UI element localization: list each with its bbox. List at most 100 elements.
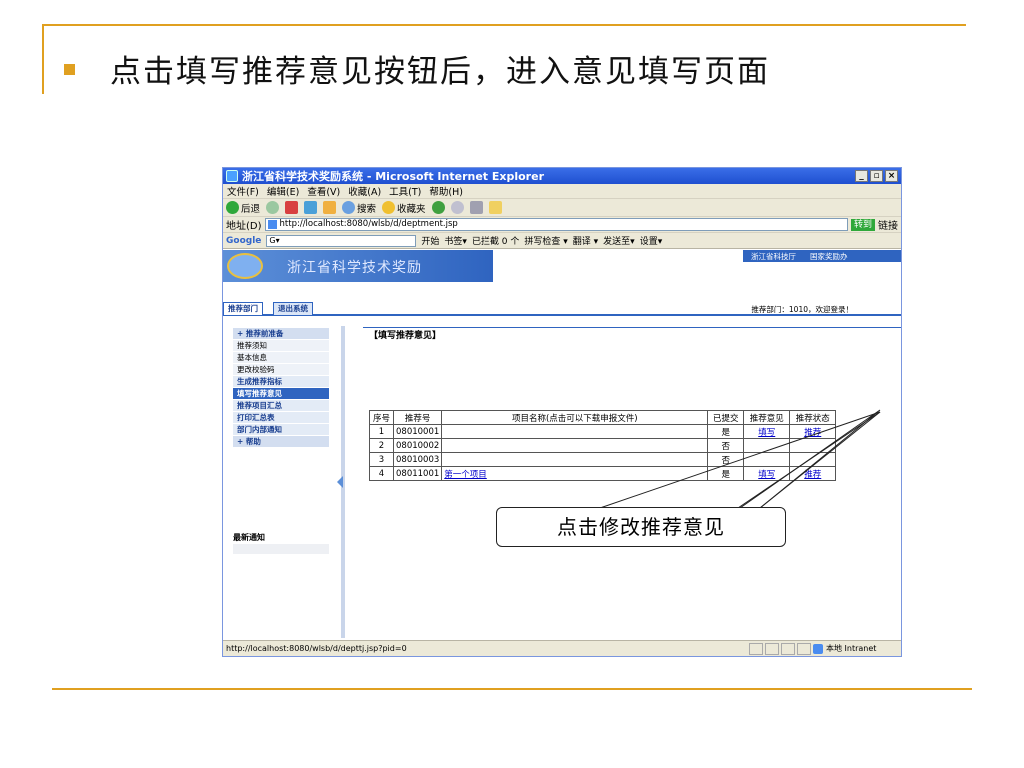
cell-no: 2 <box>369 438 394 453</box>
address-bar: 地址(D) http://localhost:8080/wlsb/d/deptm… <box>223 217 901 233</box>
history-icon[interactable] <box>431 201 445 214</box>
cell-opinion: 填写 <box>743 424 791 439</box>
sidebar-item-print[interactable]: 打印汇总表 <box>233 412 329 424</box>
print-icon[interactable] <box>469 201 483 214</box>
status-cell <box>749 642 763 655</box>
back-label: 后退 <box>241 203 261 215</box>
google-toolbar: Google G▾ 开始 书签▾ 已拦截 0 个 拼写检查 ▾ 翻译 ▾ 发送至… <box>223 233 901 249</box>
home-icon[interactable] <box>323 201 337 214</box>
table-row: 2 08010002 否 <box>369 438 837 453</box>
project-name-link[interactable]: 第一个项目 <box>444 470 487 480</box>
menu-bar: 文件(F) 编辑(E) 查看(V) 收藏(A) 工具(T) 帮助(H) <box>223 184 901 199</box>
sidebar-item-basic-info[interactable]: 基本信息 <box>233 352 329 364</box>
status-cell <box>781 642 795 655</box>
cell-no: 3 <box>369 452 394 467</box>
intranet-icon <box>813 643 823 654</box>
col-header-no: 序号 <box>369 410 394 425</box>
google-logo: Google <box>226 235 262 246</box>
forward-arrow-icon[interactable] <box>266 201 280 214</box>
menu-help[interactable]: 帮助(H) <box>429 184 463 198</box>
col-header-id: 推荐号 <box>392 410 443 425</box>
collapse-arrow-icon[interactable] <box>337 476 343 488</box>
send-to-button[interactable]: 发送至▾ <box>603 234 635 247</box>
fill-opinion-link[interactable]: 填写 <box>758 428 775 438</box>
menu-file[interactable]: 文件(F) <box>227 184 259 198</box>
app-navbar: 推荐部门 退出系统 推荐部门：1010，欢迎登录！ <box>223 302 901 316</box>
recommend-link[interactable]: 推荐 <box>804 428 821 438</box>
cell-opinion <box>743 452 791 467</box>
window-title: 浙江省科学技术奖励系统 - Microsoft Internet Explore… <box>242 170 544 183</box>
links-label[interactable]: 链接 <box>878 217 898 232</box>
menu-tools[interactable]: 工具(T) <box>389 184 421 198</box>
menu-favorites[interactable]: 收藏(A) <box>348 184 381 198</box>
status-url: http://localhost:8080/wlsb/d/depttj.jsp?… <box>226 644 407 653</box>
google-start-button[interactable]: 开始 <box>421 234 439 247</box>
google-bookmarks-button[interactable]: 书签▾ <box>444 234 467 247</box>
table-row: 1 08010001 是 填写 推荐 <box>369 424 837 439</box>
cell-name <box>441 452 709 467</box>
menu-edit[interactable]: 编辑(E) <box>267 184 299 198</box>
banner-link-national[interactable]: 国家奖励办 <box>810 251 848 262</box>
col-header-submitted: 已提交 <box>707 410 745 425</box>
status-zone-label: 本地 Intranet <box>826 644 877 653</box>
sidebar: + 推荐前准备 推荐须知 基本信息 更改校验码 生成推荐指标 填写推荐意见 推荐… <box>233 328 329 448</box>
tab-logout[interactable]: 退出系统 <box>273 302 313 315</box>
col-header-status: 推荐状态 <box>789 410 837 425</box>
back-button[interactable]: 后退 <box>226 201 260 215</box>
mail-icon[interactable] <box>450 201 464 214</box>
refresh-icon[interactable] <box>304 201 318 214</box>
sidebar-item-generate-index[interactable]: 生成推荐指标 <box>233 376 329 388</box>
cell-submitted: 否 <box>707 438 745 453</box>
search-icon <box>342 201 356 214</box>
recommendation-table: 序号 推荐号 项目名称(点击可以下载申报文件) 已提交 推荐意见 推荐状态 1 … <box>369 410 837 481</box>
cell-no: 4 <box>369 466 394 481</box>
sidebar-item-prep[interactable]: + 推荐前准备 <box>233 328 329 340</box>
col-header-opinion: 推荐意见 <box>743 410 791 425</box>
app-logo-icon <box>227 253 263 279</box>
minimize-button[interactable]: _ <box>855 170 868 182</box>
cell-submitted: 是 <box>707 466 745 481</box>
bottom-rule <box>52 688 972 690</box>
bullet-square-icon <box>64 64 75 75</box>
slide: 点击填写推荐意见按钮后，进入意见填写页面 浙江省科学技术奖励系统 - Micro… <box>0 0 1024 768</box>
col-header-name: 项目名称(点击可以下载申报文件) <box>441 410 709 425</box>
tab-recommend-dept[interactable]: 推荐部门 <box>223 302 263 315</box>
address-label: 地址(D) <box>226 221 262 232</box>
sidebar-item-fill-opinion[interactable]: 填写推荐意见 <box>233 388 329 400</box>
search-button[interactable]: 搜索 <box>342 201 376 215</box>
cell-status: 推荐 <box>789 424 837 439</box>
folder-icon[interactable] <box>488 201 502 214</box>
go-button[interactable]: 转到 <box>850 218 875 231</box>
favorites-label: 收藏夹 <box>397 203 426 215</box>
cell-id: 08011001 <box>392 466 443 481</box>
sidebar-item-internal-notice[interactable]: 部门内部通知 <box>233 424 329 436</box>
address-input[interactable]: http://localhost:8080/wlsb/d/deptment.js… <box>264 218 848 231</box>
cell-status <box>789 438 837 453</box>
popup-blocked-button[interactable]: 已拦截 0 个 <box>472 234 519 247</box>
cell-status: 推荐 <box>789 466 837 481</box>
table-row: 3 08010003 否 <box>369 452 837 467</box>
banner-links: 浙江省科技厅 国家奖励办 <box>743 250 901 262</box>
maximize-button[interactable]: ▫ <box>870 170 883 182</box>
cell-opinion: 填写 <box>743 466 791 481</box>
google-settings-button[interactable]: 设置▾ <box>640 234 663 247</box>
fill-opinion-link[interactable]: 填写 <box>758 470 775 480</box>
stop-icon[interactable] <box>285 201 299 214</box>
cell-opinion <box>743 438 791 453</box>
sidebar-item-notice[interactable]: 推荐须知 <box>233 340 329 352</box>
close-button[interactable]: × <box>885 170 898 182</box>
spellcheck-button[interactable]: 拼写检查 ▾ <box>524 234 567 247</box>
sidebar-item-summary[interactable]: 推荐项目汇总 <box>233 400 329 412</box>
sidebar-item-change-code[interactable]: 更改校验码 <box>233 364 329 376</box>
favorites-button[interactable]: 收藏夹 <box>382 201 426 215</box>
banner-link-dept[interactable]: 浙江省科技厅 <box>751 251 796 262</box>
menu-view[interactable]: 查看(V) <box>307 184 340 198</box>
cell-id: 08010002 <box>392 438 443 453</box>
translate-button[interactable]: 翻译 ▾ <box>573 234 598 247</box>
latest-news-box <box>233 544 329 554</box>
sidebar-item-help[interactable]: + 帮助 <box>233 436 329 448</box>
recommend-link[interactable]: 推荐 <box>804 470 821 480</box>
star-icon <box>382 201 396 214</box>
cell-no: 1 <box>369 424 394 439</box>
google-search-input[interactable]: G▾ <box>266 234 417 247</box>
